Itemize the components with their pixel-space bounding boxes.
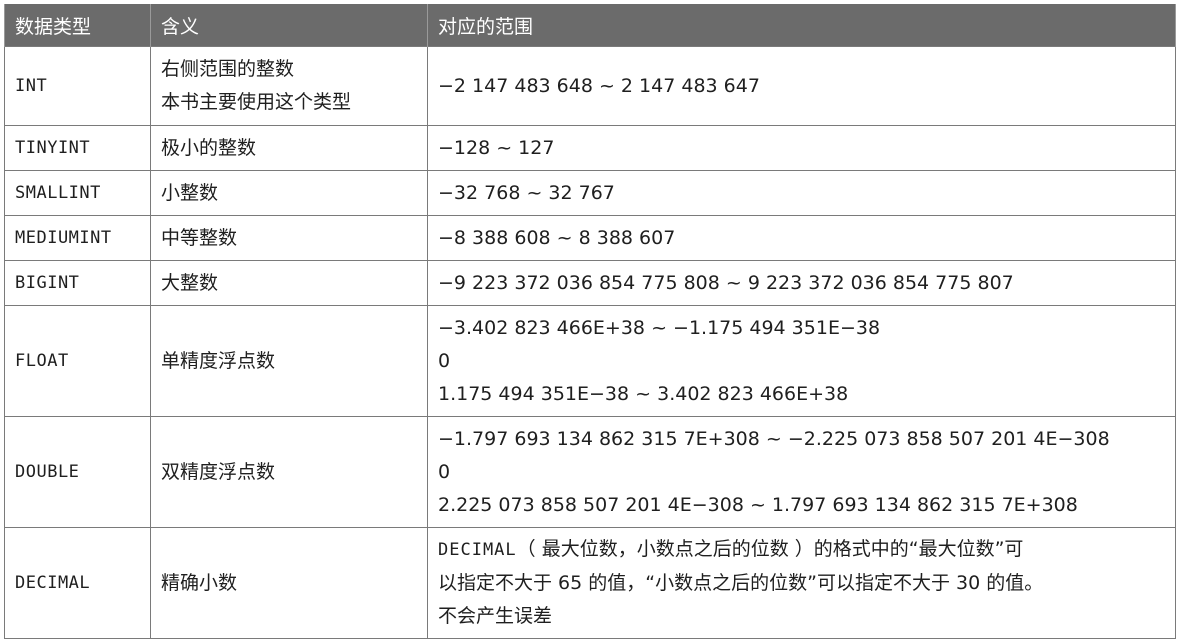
table-row-smallint: SMALLINT 小整数 −32 768 ~ 32 767 <box>4 170 1176 216</box>
type-cell: MEDIUMINT <box>4 215 151 261</box>
meaning-cell: 中等整数 <box>150 215 428 261</box>
range-cell: −1.797 693 134 862 315 7E+308 ~ −2.225 0… <box>427 416 1176 528</box>
range-line: 以指定不大于 65 的值，“小数点之后的位数”可以指定不大于 30 的值。 <box>438 572 1044 594</box>
type-cell: SMALLINT <box>4 170 151 216</box>
range-cell: −128 ~ 127 <box>427 125 1176 171</box>
type-cell: DECIMAL <box>4 527 151 639</box>
range-line: DECIMAL（ 最大位数，小数点之后的位数 ）的格式中的“最大位数”可 <box>438 533 1175 567</box>
range-cell: DECIMAL（ 最大位数，小数点之后的位数 ）的格式中的“最大位数”可 以指定… <box>427 527 1176 639</box>
table-row-tinyint: TINYINT 极小的整数 −128 ~ 127 <box>4 125 1176 171</box>
header-row: 数据类型 含义 对应的范围 <box>4 4 1176 47</box>
range-line: 1.175 494 351E−38 ~ 3.402 823 466E+38 <box>438 382 849 405</box>
decimal-line-text: （ 最大位数，小数点之后的位数 ）的格式中的“最大位数”可 <box>516 538 1024 560</box>
range-line: −2 147 483 648 ~ 2 147 483 647 <box>438 74 760 97</box>
meaning-cell: 单精度浮点数 <box>150 305 428 417</box>
range-cell: −3.402 823 466E+38 ~ −1.175 494 351E−38 … <box>427 305 1176 417</box>
decimal-code: DECIMAL <box>438 540 517 560</box>
table-row-decimal: DECIMAL 精确小数 DECIMAL（ 最大位数，小数点之后的位数 ）的格式… <box>4 527 1176 639</box>
header-type: 数据类型 <box>4 4 151 47</box>
table-row-bigint: BIGINT 大整数 −9 223 372 036 854 775 808 ~ … <box>4 260 1176 306</box>
table-row-int: INT 右侧范围的整数 本书主要使用这个类型 −2 147 483 648 ~ … <box>4 46 1176 126</box>
range-line: −3.402 823 466E+38 ~ −1.175 494 351E−38 <box>438 316 881 339</box>
data-types-table: 数据类型 含义 对应的范围 INT 右侧范围的整数 本书主要使用这个类型 −2 … <box>4 4 1176 639</box>
meaning-line: 右侧范围的整数 <box>161 58 295 80</box>
table-row-double: DOUBLE 双精度浮点数 −1.797 693 134 862 315 7E+… <box>4 416 1176 528</box>
range-line: 0 <box>438 349 451 372</box>
meaning-cell: 精确小数 <box>150 527 428 639</box>
header-range: 对应的范围 <box>427 4 1176 47</box>
type-cell: FLOAT <box>4 305 151 417</box>
table-row-float: FLOAT 单精度浮点数 −3.402 823 466E+38 ~ −1.175… <box>4 305 1176 417</box>
type-cell: DOUBLE <box>4 416 151 528</box>
range-line: 0 <box>438 460 451 483</box>
data-types-table-wrapper: 数据类型 含义 对应的范围 INT 右侧范围的整数 本书主要使用这个类型 −2 … <box>4 4 1176 640</box>
range-cell: −2 147 483 648 ~ 2 147 483 647 <box>427 46 1176 126</box>
range-line: 2.225 073 858 507 201 4E−308 ~ 1.797 693… <box>438 493 1078 516</box>
range-cell: −8 388 608 ~ 8 388 607 <box>427 215 1176 261</box>
type-cell: INT <box>4 46 151 126</box>
range-line: −1.797 693 134 862 315 7E+308 ~ −2.225 0… <box>438 427 1110 450</box>
range-cell: −9 223 372 036 854 775 808 ~ 9 223 372 0… <box>427 260 1176 306</box>
meaning-cell: 大整数 <box>150 260 428 306</box>
table-row-mediumint: MEDIUMINT 中等整数 −8 388 608 ~ 8 388 607 <box>4 215 1176 261</box>
type-cell: TINYINT <box>4 125 151 171</box>
type-cell: BIGINT <box>4 260 151 306</box>
range-line: 不会产生误差 <box>438 605 553 627</box>
meaning-cell: 极小的整数 <box>150 125 428 171</box>
meaning-cell: 右侧范围的整数 本书主要使用这个类型 <box>150 46 428 126</box>
header-meaning: 含义 <box>150 4 428 47</box>
meaning-cell: 小整数 <box>150 170 428 216</box>
range-cell: −32 768 ~ 32 767 <box>427 170 1176 216</box>
meaning-cell: 双精度浮点数 <box>150 416 428 528</box>
meaning-line: 本书主要使用这个类型 <box>161 91 352 113</box>
